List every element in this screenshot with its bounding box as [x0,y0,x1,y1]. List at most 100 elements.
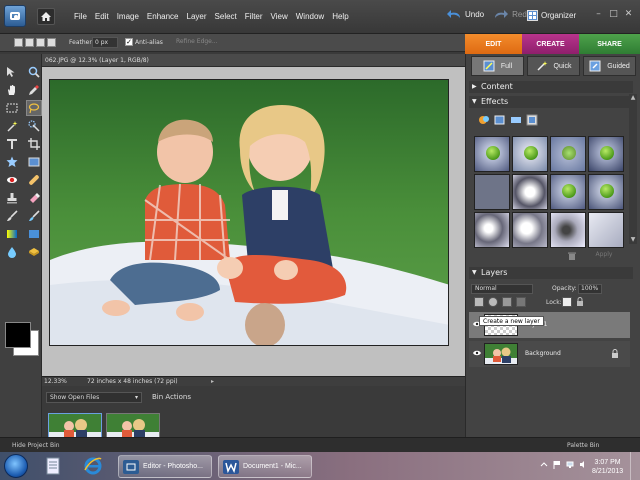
hand-tool-icon[interactable] [4,82,20,98]
undo-button[interactable]: Undo [465,10,484,19]
quick-selection-tool-icon[interactable] [26,118,42,134]
recompose-tool-icon[interactable] [26,154,42,170]
show-open-files-select[interactable]: Show Open Files ▾ [46,392,142,403]
bin-actions-menu[interactable]: Bin Actions [152,393,191,401]
type-tool-icon[interactable] [4,136,20,152]
effect-thumbnail[interactable] [512,212,548,248]
home-button[interactable] [37,8,55,25]
lock-all-icon[interactable] [576,297,584,307]
menu-layer[interactable]: Layer [187,12,207,21]
layer-row[interactable]: Background [469,341,630,367]
antialias-checkbox[interactable]: ✓ [125,38,133,46]
content-panel-header[interactable]: ▶ Content [469,81,633,93]
eraser-tool-icon[interactable] [26,190,42,206]
effects-panel-header[interactable]: ▼ Effects [469,96,633,108]
zoom-level[interactable]: 12.33% [44,378,67,385]
trash-icon[interactable] [567,251,577,261]
effect-thumbnail[interactable] [474,174,510,210]
menu-window[interactable]: Window [296,12,324,21]
effect-thumbnail[interactable] [550,174,586,210]
app-logo-icon[interactable] [4,5,26,27]
word-task-button[interactable]: Document1 - Mic... [218,455,312,478]
gradient-tool-icon[interactable] [4,226,20,242]
organizer-button[interactable]: Organizer [527,10,576,21]
ie-icon[interactable] [82,455,104,477]
blur-tool-icon[interactable] [4,244,20,260]
hide-project-bin-button[interactable]: Hide Project Bin [12,442,60,449]
brush-tool-icon[interactable] [4,208,20,224]
magic-wand-tool-icon[interactable] [4,118,20,134]
crop-tool-icon[interactable] [26,136,42,152]
apply-effect-button[interactable]: Apply [584,251,624,262]
shape-tool-icon[interactable] [26,226,42,242]
volume-icon[interactable] [579,460,587,469]
panel-scrollbar[interactable]: ▲ ▼ [629,94,637,244]
effect-thumbnail[interactable] [588,212,624,248]
link-layers-icon[interactable] [516,297,526,307]
photoshop-task-button[interactable]: Editor - Photosho... [118,455,212,478]
effect-thumbnail[interactable] [474,136,510,172]
refine-edge-button[interactable]: Refine Edge... [176,38,218,45]
undo-icon[interactable] [447,10,461,19]
maximize-button[interactable]: □ [608,9,619,20]
scroll-down-icon[interactable]: ▼ [629,236,637,244]
menu-enhance[interactable]: Enhance [147,12,179,21]
new-layer-icon[interactable] [474,297,484,307]
quick-fix-button[interactable]: Quick [527,56,580,76]
notepad-icon[interactable] [42,455,64,477]
filters-icon[interactable] [478,114,490,126]
foreground-color-swatch[interactable] [5,322,31,348]
menu-select[interactable]: Select [215,12,237,21]
document-tab[interactable]: 062.JPG @ 12.3% (Layer 1, RGB/8) [42,54,465,67]
red-eye-tool-icon[interactable] [4,172,20,188]
scroll-up-icon[interactable]: ▲ [629,94,637,102]
tray-expand-icon[interactable] [540,460,548,469]
effect-thumbnail[interactable] [550,212,586,248]
effect-thumbnail[interactable] [512,136,548,172]
zoom-tool-icon[interactable] [26,64,42,80]
all-effects-icon[interactable] [526,114,538,126]
marquee-tool-icon[interactable] [4,100,20,116]
flag-icon[interactable] [553,460,561,469]
full-edit-button[interactable]: Full [471,56,524,76]
tab-share[interactable]: SHARE [579,34,640,54]
intersect-selection-icon[interactable] [47,38,56,47]
effect-thumbnail[interactable] [550,136,586,172]
clock[interactable]: 3:07 PM 8/21/2013 [592,458,623,476]
lasso-tool-icon[interactable] [26,100,42,116]
close-button[interactable]: ✕ [623,9,634,20]
layers-panel-header[interactable]: ▼ Layers [469,267,633,279]
eye-icon[interactable] [473,350,481,356]
redo-icon[interactable] [494,10,509,19]
move-tool-icon[interactable] [4,64,20,80]
effect-thumbnail[interactable] [588,174,624,210]
menu-filter[interactable]: Filter [245,12,263,21]
lock-transparency-icon[interactable] [562,297,572,307]
smart-brush-tool-icon[interactable] [26,208,42,224]
adjustment-layer-icon[interactable] [488,297,498,307]
show-desktop-button[interactable] [630,452,640,480]
clone-stamp-tool-icon[interactable] [4,190,20,206]
effect-thumbnail[interactable] [474,212,510,248]
guided-edit-button[interactable]: Guided [583,56,636,76]
opacity-input[interactable]: 100% [578,284,602,294]
layer-styles-icon[interactable] [494,114,506,126]
menu-file[interactable]: File [74,12,87,21]
photo-canvas[interactable] [49,79,449,346]
start-orb-icon[interactable] [4,454,28,478]
cookie-cutter-tool-icon[interactable] [4,154,20,170]
feather-input[interactable]: 0 px [92,37,118,48]
spot-healing-tool-icon[interactable] [26,172,42,188]
blend-mode-select[interactable]: Normal [471,284,533,294]
palette-bin-button[interactable]: Palette Bin [567,442,599,449]
menu-image[interactable]: Image [117,12,139,21]
new-selection-icon[interactable] [14,38,23,47]
menu-help[interactable]: Help [332,12,348,21]
add-selection-icon[interactable] [25,38,34,47]
tab-create[interactable]: CREATE [522,34,579,54]
menu-edit[interactable]: Edit [95,12,109,21]
effect-thumbnail[interactable] [512,174,548,210]
network-icon[interactable] [566,460,574,469]
effect-thumbnail[interactable] [588,136,624,172]
menu-view[interactable]: View [271,12,288,21]
